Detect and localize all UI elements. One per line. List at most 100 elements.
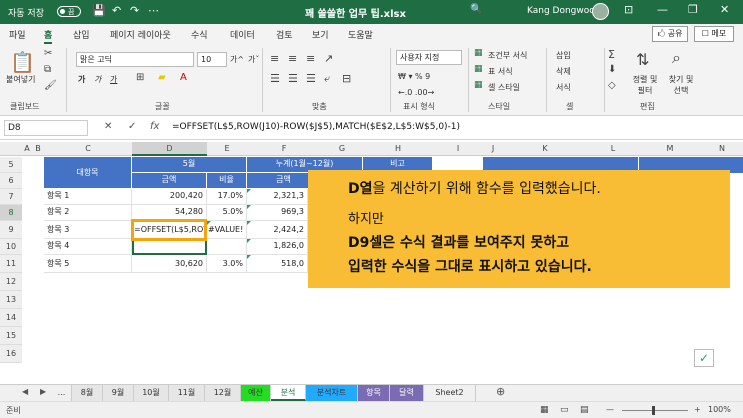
sheet-tab[interactable]: ...	[52, 385, 72, 401]
sheet-tab[interactable]: 달력	[390, 385, 424, 401]
item-name[interactable]: 항목 3	[44, 221, 132, 239]
column-header[interactable]: J	[483, 142, 503, 156]
item-amount[interactable]: 30,620	[132, 255, 207, 273]
orientation-icon[interactable]: ↗	[324, 52, 333, 65]
item-cum[interactable]: 2,424,2	[247, 221, 308, 239]
undo-icon[interactable]: ↶	[112, 4, 121, 17]
row-header[interactable]: 13	[0, 291, 22, 309]
item-cum[interactable]: 518,0	[247, 255, 308, 273]
tab-insert[interactable]: 삽입	[73, 28, 90, 41]
merge-icon[interactable]: ⊟	[342, 72, 351, 85]
column-header[interactable]: E	[207, 142, 247, 156]
header-ratio[interactable]: 비율	[207, 173, 247, 189]
save-icon[interactable]: 💾	[92, 4, 106, 17]
column-header[interactable]: H	[363, 142, 433, 156]
prev-sheet-icon[interactable]: ◀	[22, 387, 28, 396]
sort-filter-icon[interactable]: ⇅	[636, 50, 649, 69]
header-big-item[interactable]: 대항목	[44, 157, 132, 189]
share-button[interactable]: 🖒 공유	[652, 26, 688, 42]
page-layout-icon[interactable]: ▭	[560, 405, 569, 415]
zoom-level[interactable]: 100%	[708, 405, 731, 414]
page-break-icon[interactable]: ▤	[580, 405, 589, 415]
check-icon[interactable]: ✓	[694, 349, 714, 367]
sheet-tab[interactable]: 11월	[169, 385, 205, 401]
align-left-icon[interactable]: ☰	[270, 72, 280, 85]
row-header[interactable]: 6	[0, 173, 22, 189]
cell-style-icon[interactable]: ▦	[474, 80, 483, 90]
column-header[interactable]: G	[321, 142, 363, 156]
cell-style-button[interactable]: 셀 스타일	[488, 82, 520, 93]
cond-format-icon[interactable]: ▦	[474, 48, 483, 58]
fill-color-icon[interactable]: ▰	[158, 72, 166, 83]
item-ratio[interactable]	[207, 239, 247, 255]
search-icon[interactable]: 🔍	[470, 4, 482, 15]
avatar[interactable]	[592, 3, 609, 20]
wrap-text-icon[interactable]: ⤶	[324, 72, 330, 86]
column-header[interactable]: L	[587, 142, 639, 156]
item-name[interactable]: 항목 1	[44, 189, 132, 205]
item-name[interactable]: 항목 2	[44, 205, 132, 221]
paste-label[interactable]: 붙여넣기	[6, 74, 35, 85]
cond-format-button[interactable]: 조건부 서식	[488, 50, 527, 61]
sheet-tab[interactable]: Sheet2	[424, 385, 476, 401]
row-header[interactable]: 16	[0, 345, 22, 363]
normal-view-icon[interactable]: ▦	[540, 405, 549, 415]
format-painter-icon[interactable]: 🖌	[44, 80, 57, 91]
item-amount-selected[interactable]	[132, 239, 207, 255]
tab-data[interactable]: 데이터	[230, 28, 255, 41]
row-header[interactable]: 7	[0, 189, 22, 205]
zoom-slider[interactable]	[622, 410, 688, 411]
restore-icon[interactable]: ❐	[688, 3, 698, 16]
font-color-icon[interactable]: A	[180, 72, 187, 83]
item-cum[interactable]: 969,3	[247, 205, 308, 221]
column-header[interactable]: K	[503, 142, 587, 156]
tab-review[interactable]: 검토	[276, 28, 293, 41]
item-cum[interactable]: 1,826,0	[247, 239, 308, 255]
sheet-tab[interactable]: 12월	[205, 385, 241, 401]
sheet-tab[interactable]: 분석차트	[306, 385, 358, 401]
row-header[interactable]: 5	[0, 157, 22, 173]
font-shrink-icon[interactable]: 가ˇ	[248, 54, 259, 65]
row-header[interactable]: 10	[0, 239, 22, 255]
align-bottom-icon[interactable]: ≡	[306, 52, 315, 65]
cut-icon[interactable]: ✂	[44, 48, 52, 59]
redo-icon[interactable]: ↷	[130, 4, 139, 17]
sheet-tab-active[interactable]: 분석	[271, 385, 306, 401]
paste-icon[interactable]: 📋	[10, 50, 35, 74]
formula-input[interactable]: =OFFSET(L$5,ROW(J10)-ROW($J$5),MATCH($E$…	[172, 122, 460, 132]
row-header[interactable]: 15	[0, 327, 22, 345]
header-month[interactable]: 5월	[132, 157, 247, 173]
border-icon[interactable]: ⊞	[136, 72, 144, 83]
bold-button[interactable]: 가	[78, 74, 85, 85]
autosum-icon[interactable]: Σ	[608, 48, 615, 61]
zoom-thumb[interactable]	[652, 406, 655, 415]
font-size-select[interactable]: 10	[197, 52, 227, 67]
column-header[interactable]: M	[639, 142, 701, 156]
underline-button[interactable]: 가	[110, 74, 117, 85]
find-select-button[interactable]: 찾기 및 선택	[664, 74, 698, 96]
name-box[interactable]: D8	[4, 120, 88, 136]
user-name[interactable]: Kang Dongwoo	[527, 6, 595, 16]
add-sheet-icon[interactable]: ⊕	[496, 385, 505, 398]
item-ratio[interactable]: 17.0%	[207, 189, 247, 205]
sheet-tab[interactable]: 10월	[134, 385, 169, 401]
row-header[interactable]: 12	[0, 273, 22, 291]
sheet-tab[interactable]: 항목	[358, 385, 390, 401]
align-center-icon[interactable]: ☰	[288, 72, 298, 85]
clear-icon[interactable]: ◇	[608, 80, 616, 91]
column-header-selected[interactable]: D	[132, 142, 207, 156]
row-header-selected[interactable]: 8	[0, 205, 22, 221]
column-header[interactable]: I	[433, 142, 483, 156]
ribbon-options-icon[interactable]: ⊡	[624, 3, 633, 16]
tab-file[interactable]: 파일	[9, 28, 26, 41]
fx-icon[interactable]: fx	[150, 121, 159, 132]
close-icon[interactable]: ✕	[720, 3, 729, 16]
table-format-icon[interactable]: ▦	[474, 64, 483, 74]
currency-icon[interactable]: ₩ ▾ % 9	[398, 72, 430, 81]
cancel-icon[interactable]: ✕	[104, 121, 112, 132]
item-ratio[interactable]: 3.0%	[207, 255, 247, 273]
table-format-button[interactable]: 표 서식	[488, 66, 513, 77]
copy-icon[interactable]: ⧉	[44, 64, 51, 75]
header-amount[interactable]: 금액	[132, 173, 207, 189]
row-header[interactable]: 14	[0, 309, 22, 327]
